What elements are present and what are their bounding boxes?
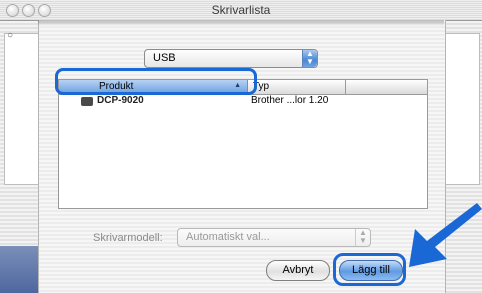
column-divider [345,80,346,94]
table-row[interactable]: DCP-9020 Brother ...lor 1.20 [59,95,427,109]
printer-name: DCP-9020 [97,95,144,106]
background-blue-panel [0,246,38,293]
printer-type: Brother ...lor 1.20 [251,95,329,106]
background-list-left [4,33,40,185]
popup-arrows-icon: ▲ ▼ [355,229,370,246]
column-header-highlight [55,68,257,95]
circle-icon: ○ [7,30,14,41]
printer-list[interactable]: Produkt ▲ Typ DCP-9020 Brother ...lor 1.… [58,79,428,209]
connection-type-popup[interactable]: USB ▲ ▼ [144,49,318,68]
window-title: Skrivarlista [211,3,271,17]
printer-model-popup[interactable]: Automatiskt val... ▲ ▼ [177,228,371,247]
sheet-shadow [38,20,444,26]
printer-icon [81,97,93,106]
cancel-button[interactable]: Avbryt [266,260,330,281]
background-list-right [444,33,480,185]
popup-arrows-icon: ▲ ▼ [302,50,317,67]
printer-model-label: Skrivarmodell: [93,232,163,244]
window-titlebar: Skrivarlista [0,0,482,21]
pointing-arrow-icon [409,203,482,267]
connection-type-value: USB [153,52,176,64]
printer-model-value: Automatiskt val... [186,231,270,243]
